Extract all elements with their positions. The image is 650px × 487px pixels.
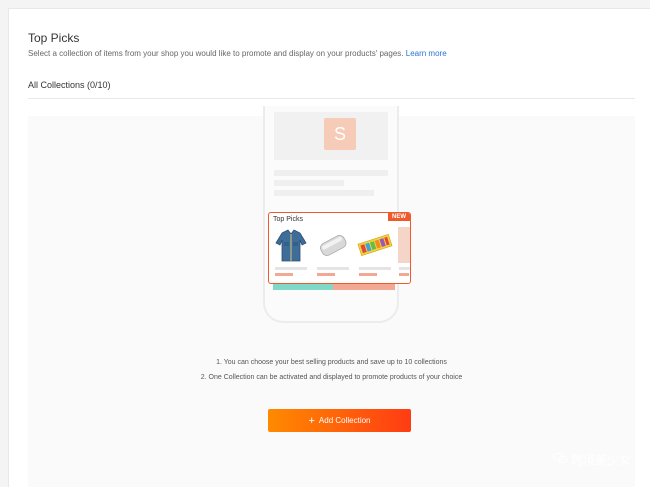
product-partial-icon [398,227,410,263]
product-power-bank-icon [314,227,352,263]
top-picks-preview-card: Top Picks NEW [268,212,411,284]
preview-card-title: Top Picks [273,216,303,223]
product-jacket-icon [272,227,310,263]
page-subtitle: Select a collection of items from your s… [28,49,447,58]
divider [28,98,635,99]
placeholder-line [274,180,344,186]
placeholder-price [359,273,377,276]
placeholder-line [399,267,410,270]
page: Top Picks Select a collection of items f… [0,0,650,487]
placeholder-price [399,273,409,276]
add-collection-label: Add Collection [318,415,371,425]
instruction-line: 1. You can choose your best selling prod… [216,359,447,366]
shop-logo-icon: S [324,118,356,150]
subtitle-text: Select a collection of items from your s… [28,49,404,58]
product-toy-piano-icon [356,227,394,263]
page-title: Top Picks [28,31,80,45]
top-picks-panel: Top Picks Select a collection of items f… [8,8,650,487]
collections-count-label: All Collections (0/10) [28,80,111,90]
placeholder-line [274,170,388,176]
watermark: 跨境美少女 [552,451,631,468]
add-collection-button[interactable]: + Add Collection [268,409,411,432]
placeholder-line [317,267,349,270]
new-badge: NEW [388,213,410,221]
placeholder-price [317,273,335,276]
watermark-text: 跨境美少女 [570,453,631,467]
placeholder-line [359,267,391,270]
wechat-icon [552,452,567,467]
plus-icon: + [308,414,315,427]
learn-more-link[interactable]: Learn more [406,49,447,58]
phone-banner: S [274,112,388,160]
placeholder-line [274,190,374,196]
empty-state-illustration: S Top Picks NEW 1. You can choose your b… [28,106,635,487]
placeholder-line [275,267,307,270]
instruction-line: 2. One Collection can be activated and d… [200,374,463,381]
placeholder-price [275,273,293,276]
instructions: 1. You can choose your best selling prod… [28,355,635,385]
